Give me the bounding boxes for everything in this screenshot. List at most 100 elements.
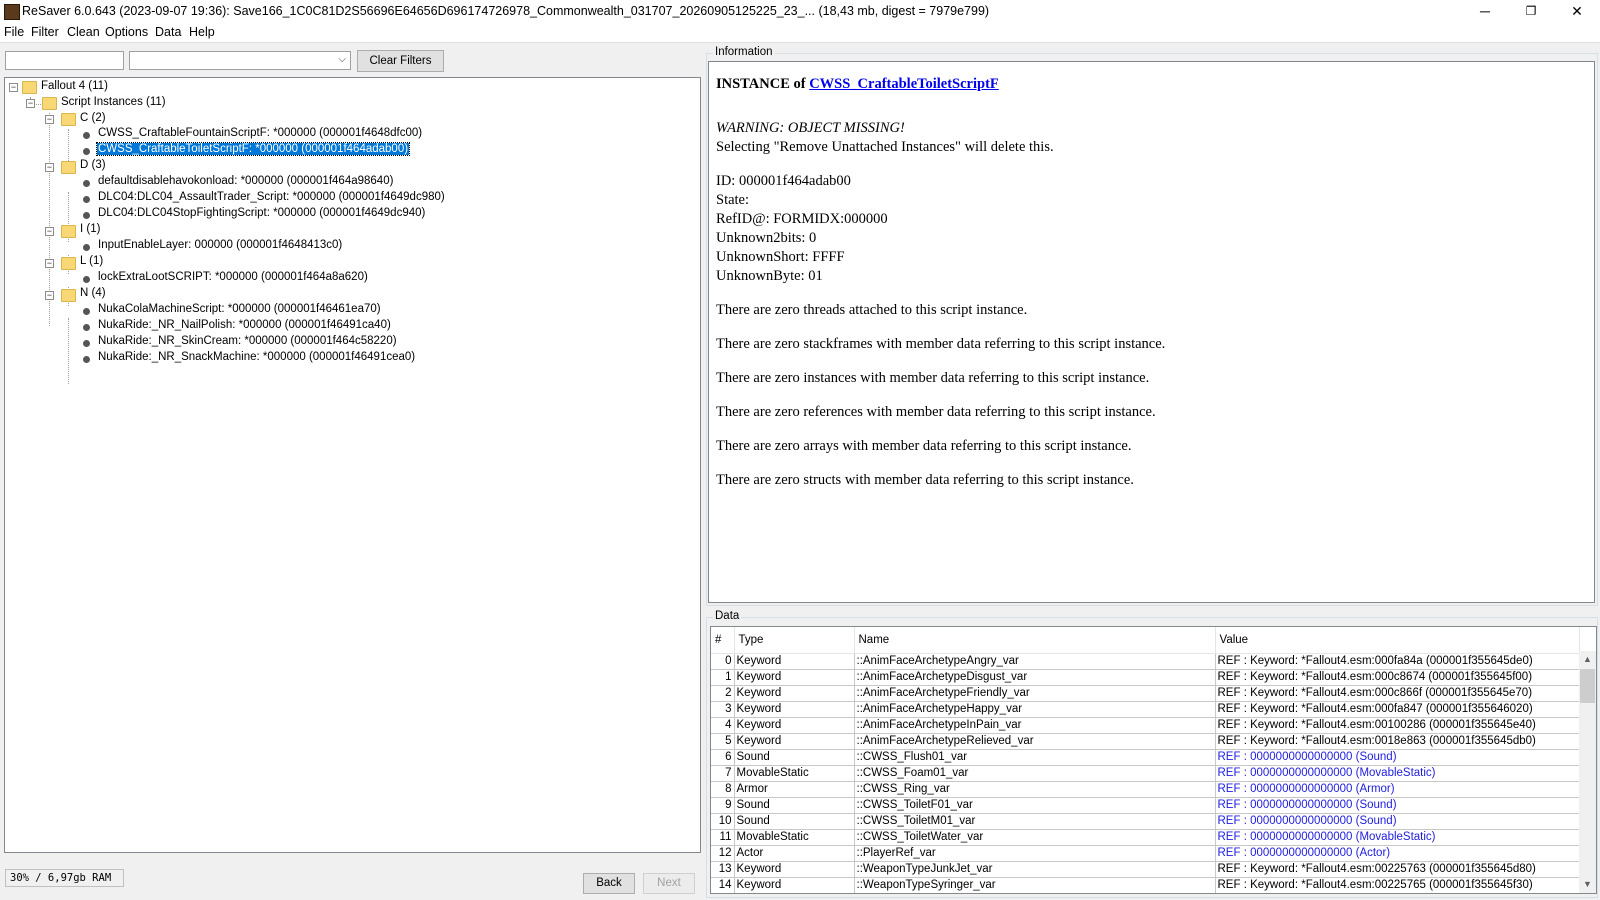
menu-clean[interactable]: Clean xyxy=(67,25,100,39)
information-group-title: Information xyxy=(713,46,775,58)
tree-view[interactable]: − Fallout 4 (11) − Script Instances (11)… xyxy=(4,77,701,853)
collapse-icon[interactable]: − xyxy=(45,291,54,300)
tree-item[interactable]: CWSS_CraftableFountainScriptF: *000000 (… xyxy=(98,127,422,139)
cell-index: 10 xyxy=(711,813,735,830)
tree-item[interactable]: defaultdisablehavokonload: *000000 (0000… xyxy=(98,175,393,187)
note-arrays: There are zero arrays with member data r… xyxy=(716,438,1132,454)
menu-filter[interactable]: Filter xyxy=(31,25,59,39)
tree-item[interactable]: NukaRide:_NR_SnackMachine: *000000 (0000… xyxy=(98,351,415,363)
folder-icon xyxy=(61,225,76,238)
note-instances: There are zero instances with member dat… xyxy=(716,370,1150,386)
menu-file[interactable]: File xyxy=(4,25,24,39)
cell-type: Sound xyxy=(734,813,855,830)
next-button[interactable]: Next xyxy=(643,873,695,894)
scroll-up-icon[interactable]: ▲ xyxy=(1579,651,1596,668)
table-row[interactable]: 3 Keyword::AnimFaceArchetypeHappy_var REF … xyxy=(711,701,1580,718)
menu-options[interactable]: Options xyxy=(105,25,148,39)
tree-item[interactable]: DLC04:DLC04StopFightingScript: *000000 (… xyxy=(98,207,425,219)
cell-value: REF : Keyword: *Fallout4.esm:000c8674 (0… xyxy=(1215,669,1580,686)
tree-item[interactable]: NukaRide:_NR_NailPolish: *000000 (000001… xyxy=(98,319,391,331)
cell-index: 2 xyxy=(711,685,735,702)
tree-item[interactable]: NukaColaMachineScript: *000000 (000001f4… xyxy=(98,303,381,315)
column-header-type[interactable]: Type xyxy=(734,627,855,654)
cell-name: ::AnimFaceArchetypeDisgust_var xyxy=(854,669,1216,686)
cell-name: ::PlayerRef_var xyxy=(854,845,1216,862)
collapse-icon[interactable]: − xyxy=(9,83,18,92)
tree-group-c[interactable]: C (2) xyxy=(80,112,106,124)
back-button[interactable]: Back xyxy=(583,873,635,894)
note-threads: There are zero threads attached to this … xyxy=(716,302,1028,318)
table-row[interactable]: 13 Keyword::WeaponTypeJunkJet_var REF : Ke… xyxy=(711,861,1580,878)
data-table: # Type Name Value 0 Keyword::AnimFaceArch… xyxy=(711,627,1580,893)
collapse-icon[interactable]: − xyxy=(45,163,54,172)
cell-name: ::AnimFaceArchetypeRelieved_var xyxy=(854,733,1216,750)
note-stackframes: There are zero stackframes with member d… xyxy=(716,336,1166,352)
table-row[interactable]: 11 MovableStatic::CWSS_ToiletWater_var REF… xyxy=(711,829,1580,846)
tree-group-d[interactable]: D (3) xyxy=(80,159,106,171)
data-table-container: # Type Name Value 0 Keyword::AnimFaceArch… xyxy=(710,626,1597,894)
scroll-down-icon[interactable]: ▼ xyxy=(1579,876,1596,893)
cell-value: REF : 0000000000000000 (Actor) xyxy=(1215,845,1580,862)
scrollbar-thumb[interactable] xyxy=(1580,669,1595,703)
table-row[interactable]: 0 Keyword::AnimFaceArchetypeAngry_var REF … xyxy=(711,653,1580,670)
table-row[interactable]: 8 Armor::CWSS_Ring_var REF : 0000000000000… xyxy=(711,781,1580,798)
collapse-icon[interactable]: − xyxy=(26,99,35,108)
column-header-name[interactable]: Name xyxy=(854,627,1216,654)
collapse-icon[interactable]: − xyxy=(45,259,54,268)
maximize-button[interactable]: ❐ xyxy=(1508,0,1554,23)
tree-item[interactable]: lockExtraLootSCRIPT: *000000 (000001f464… xyxy=(98,271,368,283)
clear-filters-button[interactable]: Clear Filters xyxy=(357,50,444,72)
vertical-scrollbar[interactable]: ▲ ▼ xyxy=(1579,651,1596,893)
table-row[interactable]: 14 Keyword::WeaponTypeSyringer_var REF : K… xyxy=(711,877,1580,893)
table-row[interactable]: 6 Sound::CWSS_Flush01_var REF : 0000000000… xyxy=(711,749,1580,766)
cell-name: ::AnimFaceArchetypeInPain_var xyxy=(854,717,1216,734)
menu-data[interactable]: Data xyxy=(155,25,181,39)
cell-index: 8 xyxy=(711,781,735,798)
tree-group-i[interactable]: I (1) xyxy=(80,223,100,235)
cell-type: Keyword xyxy=(734,733,855,750)
field-unknownshort: UnknownShort: FFFF xyxy=(716,249,845,265)
cell-index: 6 xyxy=(711,749,735,766)
cell-value: REF : Keyword: *Fallout4.esm:0018e863 (0… xyxy=(1215,733,1580,750)
cell-index: 1 xyxy=(711,669,735,686)
memory-status: 30% / 6,97gb RAM xyxy=(5,869,124,887)
tree-group-n[interactable]: N (4) xyxy=(80,287,106,299)
menu-help[interactable]: Help xyxy=(189,25,215,39)
tree-item-selected[interactable]: CWSS_CraftableToiletScriptF: *000000 (00… xyxy=(95,142,411,156)
tree-script-instances[interactable]: Script Instances (11) xyxy=(61,96,166,108)
field-state: State: xyxy=(716,192,750,208)
table-row[interactable]: 9 Sound::CWSS_ToiletF01_var REF : 00000000… xyxy=(711,797,1580,814)
tree-item[interactable]: NukaRide:_NR_SkinCream: *000000 (000001f… xyxy=(98,335,397,347)
cell-type: Keyword xyxy=(734,685,855,702)
instance-icon xyxy=(83,356,90,363)
cell-type: MovableStatic xyxy=(734,765,855,782)
instance-heading: INSTANCE of CWSS_CraftableToiletScriptF xyxy=(716,76,999,93)
cell-type: Keyword xyxy=(734,701,855,718)
table-row[interactable]: 10 Sound::CWSS_ToiletM01_var REF : 0000000… xyxy=(711,813,1580,830)
tree-item[interactable]: DLC04:DLC04_AssaultTrader_Script: *00000… xyxy=(98,191,445,203)
tree-group-l[interactable]: L (1) xyxy=(80,255,103,267)
close-button[interactable]: ✕ xyxy=(1554,0,1600,23)
tree-item[interactable]: InputEnableLayer: 000000 (000001f4648413… xyxy=(98,239,342,251)
filter-text-input[interactable] xyxy=(5,51,124,70)
table-row[interactable]: 5 Keyword::AnimFaceArchetypeRelieved_var R… xyxy=(711,733,1580,750)
table-row[interactable]: 4 Keyword::AnimFaceArchetypeInPain_var REF… xyxy=(711,717,1580,734)
table-row[interactable]: 2 Keyword::AnimFaceArchetypeFriendly_var R… xyxy=(711,685,1580,702)
collapse-icon[interactable]: − xyxy=(45,227,54,236)
column-header-index[interactable]: # xyxy=(711,627,735,654)
instance-icon xyxy=(83,308,90,315)
table-row[interactable]: 7 MovableStatic::CWSS_Foam01_var REF : 000… xyxy=(711,765,1580,782)
cell-name: ::AnimFaceArchetypeFriendly_var xyxy=(854,685,1216,702)
cell-type: Keyword xyxy=(734,877,855,893)
collapse-icon[interactable]: − xyxy=(45,115,54,124)
cell-index: 0 xyxy=(711,653,735,670)
filter-dropdown[interactable]: ⌵ xyxy=(129,51,351,70)
minimize-button[interactable]: ─ xyxy=(1462,0,1508,23)
column-header-value[interactable]: Value xyxy=(1215,627,1580,654)
table-row[interactable]: 12 Actor::PlayerRef_var REF : 000000000000… xyxy=(711,845,1580,862)
table-row[interactable]: 1 Keyword::AnimFaceArchetypeDisgust_var RE… xyxy=(711,669,1580,686)
cell-value: REF : 0000000000000000 (MovableStatic) xyxy=(1215,765,1580,782)
instance-type-link[interactable]: CWSS_CraftableToiletScriptF xyxy=(809,76,999,92)
tree-root[interactable]: Fallout 4 (11) xyxy=(41,80,108,92)
cell-name: ::CWSS_Ring_var xyxy=(854,781,1216,798)
